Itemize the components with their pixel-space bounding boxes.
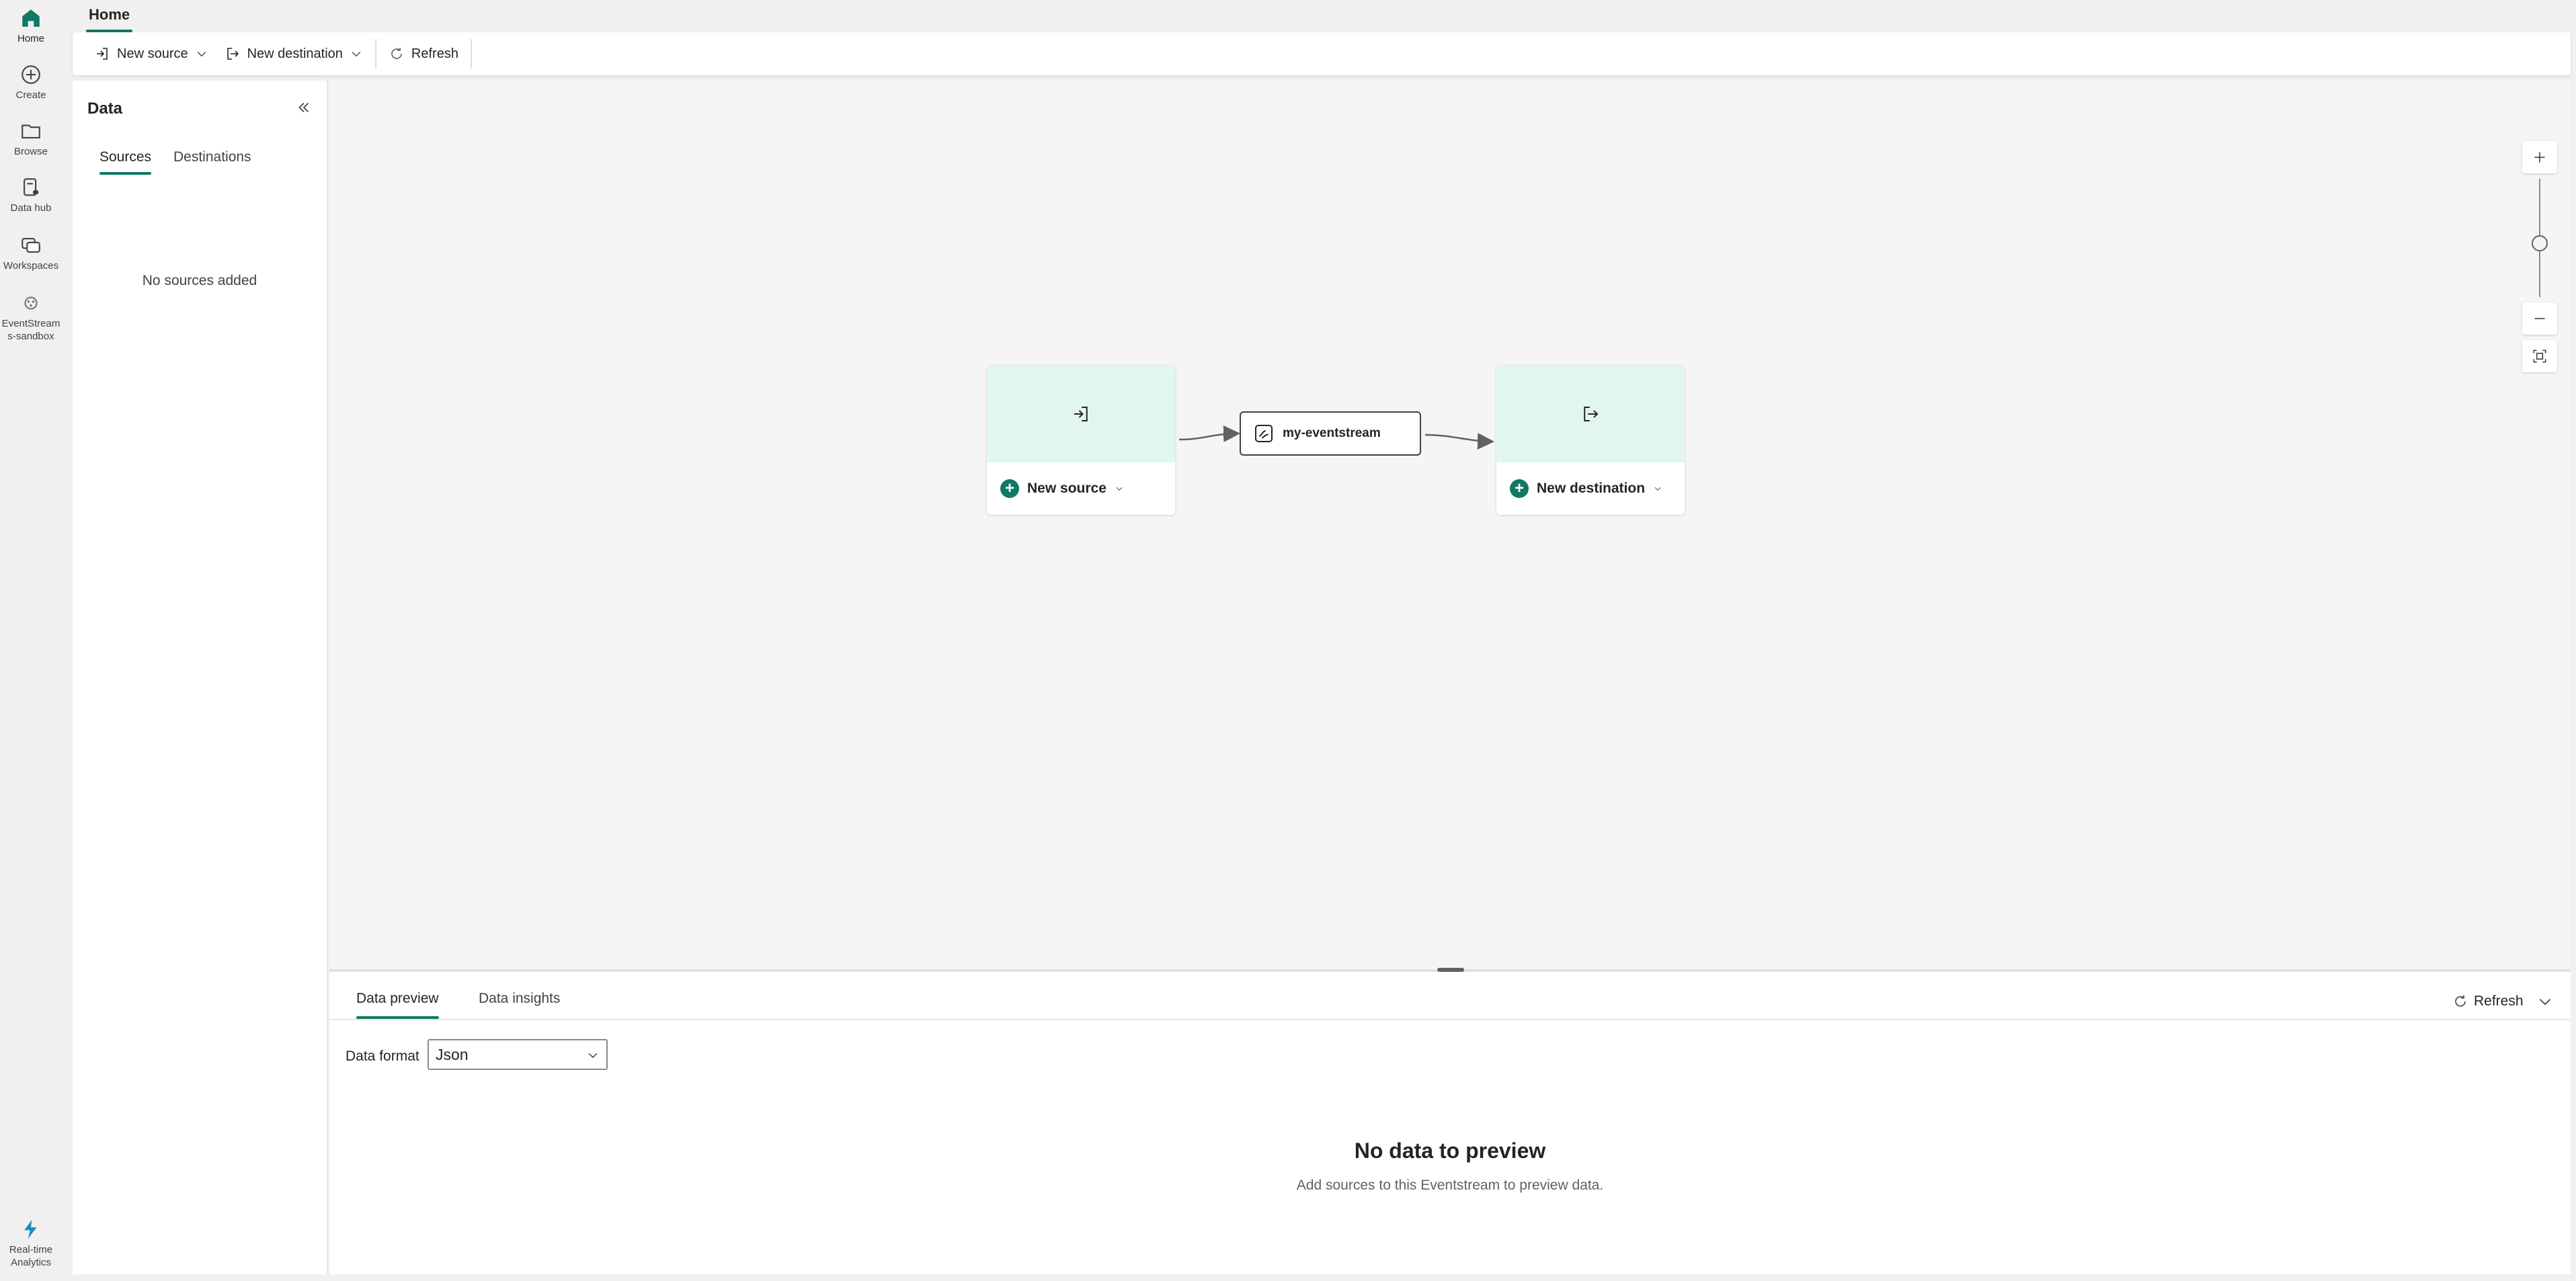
create-icon (22, 65, 40, 84)
tab-destinations[interactable]: Destinations (173, 145, 251, 175)
collapse-panel-button[interactable] (292, 95, 316, 120)
plus-icon (2534, 152, 2545, 163)
ribbon-divider (470, 39, 472, 69)
chevron-down-icon (588, 1052, 598, 1059)
refresh-icon (2455, 995, 2466, 1007)
add-destination-button[interactable]: + New destination (1496, 462, 1685, 515)
preview-tab-divider (329, 1019, 2571, 1020)
source-node: + New source (987, 366, 1175, 515)
source-node-header (987, 366, 1175, 462)
data-format-select[interactable]: Json (428, 1039, 608, 1070)
home-icon (22, 9, 40, 27)
rail-workspaces[interactable]: Workspaces (0, 234, 62, 272)
collapse-preview-button[interactable] (2532, 988, 2559, 1015)
sign-out-icon (1584, 407, 1599, 421)
flow-connectors (1178, 425, 1494, 450)
minus-icon (2534, 318, 2545, 319)
app-window: Home Create Browse Data hub Workspaces E… (0, 0, 2576, 1281)
double-chevron-left-icon (298, 102, 309, 113)
zoom-out-button[interactable] (2522, 302, 2557, 335)
ribbon-toolbar: New source New destination Refresh (73, 32, 2571, 75)
sign-in-icon (97, 48, 108, 60)
tab-data-preview[interactable]: Data preview (356, 985, 439, 1019)
destination-node-header (1496, 366, 1685, 462)
chevron-down-icon (352, 52, 361, 57)
empty-sources-message: No sources added (142, 273, 257, 288)
new-source-button[interactable]: New source (86, 39, 216, 69)
fit-to-screen-button[interactable] (2522, 340, 2557, 372)
chevron-down-icon (1654, 487, 1661, 491)
data-panel: Data Sources Destinations No sources add… (73, 81, 328, 1274)
real-time-analytics-icon (24, 1219, 37, 1239)
rail-current-workspace[interactable]: EventStream s-sandbox (0, 292, 62, 343)
data-format-label: Data format (346, 1048, 419, 1064)
eventstream-canvas[interactable]: + New source my-eventstream + New destin… (329, 81, 2571, 969)
rail-home[interactable]: Home (0, 7, 62, 45)
sign-in-icon (1074, 407, 1088, 421)
ribbon-divider (374, 39, 376, 69)
empty-preview-title: No data to preview (1354, 1139, 1546, 1163)
refresh-icon (391, 48, 402, 59)
eventstream-icon (1255, 425, 1273, 442)
destination-node: + New destination (1496, 366, 1685, 515)
folder-icon (22, 124, 40, 138)
app-rail: Home Create Browse Data hub Workspaces E… (0, 0, 73, 1281)
sign-out-icon (227, 48, 239, 60)
empty-preview-subtitle: Add sources to this Eventstream to previ… (1296, 1177, 1604, 1193)
rail-data-hub[interactable]: Data hub (0, 176, 62, 214)
add-source-button[interactable]: + New source (987, 462, 1175, 515)
data-format-value: Json (436, 1045, 469, 1063)
add-circle-icon: + (1510, 479, 1529, 498)
zoom-controls (2522, 141, 2557, 390)
chevron-down-icon (2539, 999, 2551, 1005)
rail-experience-switcher[interactable]: Real-time Analytics (0, 1218, 62, 1269)
tab-home[interactable]: Home (86, 3, 133, 32)
data-hub-icon (24, 178, 39, 196)
zoom-in-button[interactable] (2522, 141, 2557, 173)
data-panel-title: Data (87, 99, 123, 118)
rail-create[interactable]: Create (0, 63, 62, 101)
zoom-slider-thumb[interactable] (2532, 235, 2548, 251)
chevron-down-icon (197, 52, 206, 57)
tab-data-insights[interactable]: Data insights (479, 985, 560, 1019)
fit-view-icon (2533, 349, 2546, 363)
workspace-item-icon (24, 296, 38, 310)
data-preview-panel: Data preview Data insights Refresh Data … (329, 972, 2571, 1274)
preview-refresh-button[interactable]: Refresh (2452, 988, 2524, 1015)
rail-browse[interactable]: Browse (0, 120, 62, 158)
tab-sources[interactable]: Sources (99, 145, 152, 175)
new-destination-button[interactable]: New destination (216, 39, 371, 69)
eventstream-node[interactable]: my-eventstream (1240, 411, 1421, 456)
workspaces-icon (22, 238, 40, 253)
chevron-down-icon (1116, 487, 1123, 491)
refresh-button[interactable]: Refresh (380, 39, 467, 69)
top-tab-bar: Home (73, 0, 2576, 32)
add-circle-icon: + (1000, 479, 1019, 498)
